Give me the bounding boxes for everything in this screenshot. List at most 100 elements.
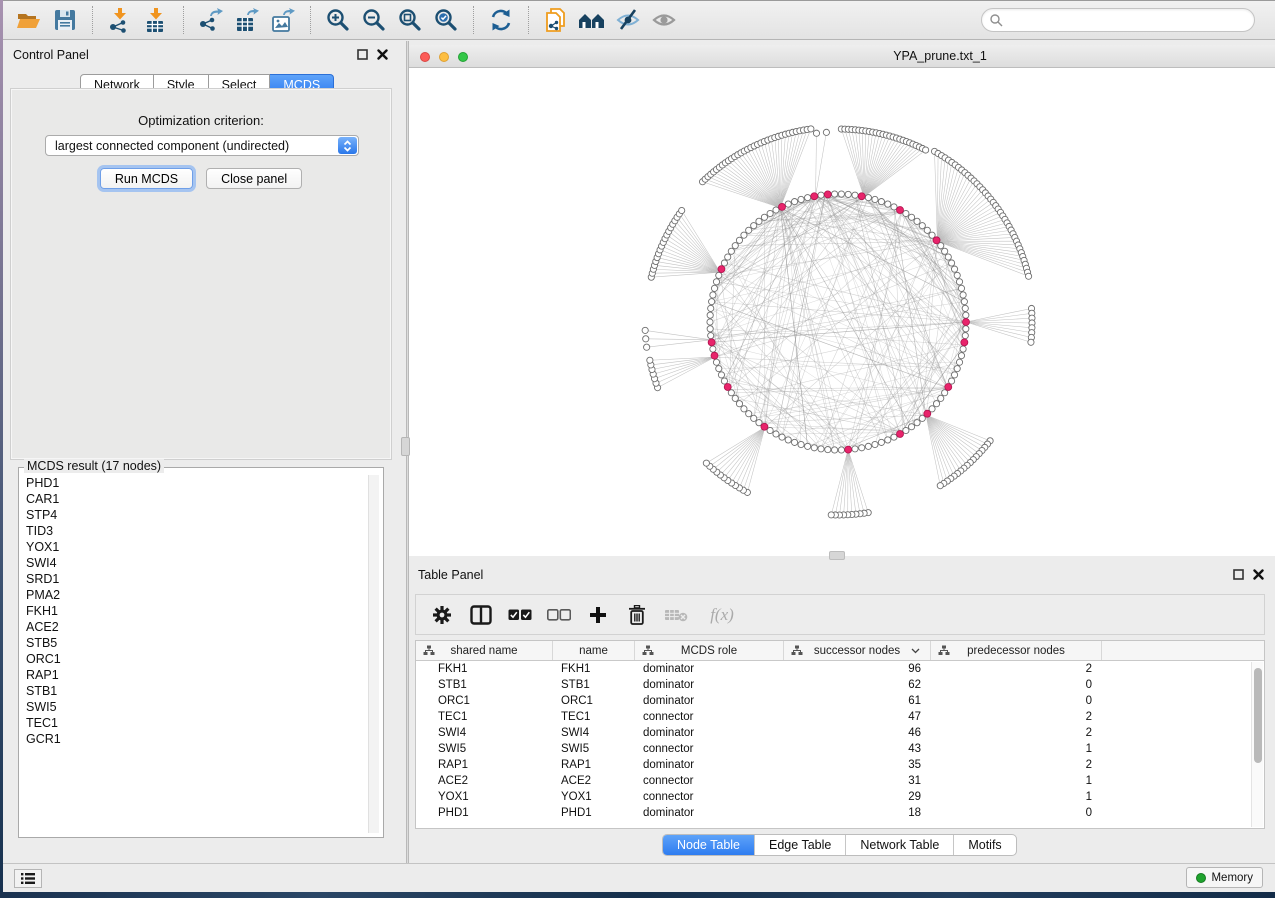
mcds-result-item[interactable]: FKH1 — [26, 603, 383, 619]
memory-button[interactable]: Memory — [1186, 867, 1263, 888]
maximize-window-icon[interactable] — [458, 52, 468, 62]
delete-column-trash-icon[interactable] — [625, 603, 649, 627]
export-network-icon[interactable] — [193, 4, 229, 36]
copy-network-icon[interactable] — [538, 4, 574, 36]
cytoscape-window: Control Panel NetworkStyleSelectMCDS Opt… — [0, 0, 1275, 898]
show-panels-list-button[interactable] — [14, 869, 42, 888]
node-table: shared namenameMCDS rolesuccessor nodesp… — [415, 640, 1265, 829]
cell-shared_name: SWI5 — [416, 743, 553, 755]
table-row-STB1[interactable]: STB1STB1dominator620 — [416, 677, 1264, 693]
network-window-titlebar[interactable]: YPA_prune.txt_1 — [409, 45, 1275, 68]
cell-mcds_role: connector — [635, 743, 784, 755]
float-table-panel-icon[interactable] — [1233, 569, 1244, 580]
close-window-icon[interactable] — [420, 52, 430, 62]
mcds-result-item[interactable]: STP4 — [26, 507, 383, 523]
mcds-panel: Optimization criterion: largest connecte… — [10, 88, 392, 460]
zoom-selected-icon[interactable] — [428, 4, 464, 36]
mcds-result-item[interactable]: STB5 — [26, 635, 383, 651]
table-row-TEC1[interactable]: TEC1TEC1connector472 — [416, 709, 1264, 725]
optimization-criterion-select[interactable]: largest connected component (undirected) — [45, 135, 359, 156]
table-row-SWI4[interactable]: SWI4SWI4dominator462 — [416, 725, 1264, 741]
optimization-criterion-label: Optimization criterion: — [11, 113, 391, 128]
cell-shared_name: FKH1 — [416, 663, 553, 675]
main-toolbar — [3, 0, 1275, 40]
column-header-filler — [1102, 641, 1253, 660]
table-row-FKH1[interactable]: FKH1FKH1dominator962 — [416, 661, 1264, 677]
mcds-result-item[interactable]: SWI4 — [26, 555, 383, 571]
desktop-edge-left — [0, 0, 3, 898]
table-settings-gear-icon[interactable] — [430, 603, 454, 627]
column-header-name[interactable]: name — [553, 641, 635, 660]
table-scrollbar-thumb[interactable] — [1254, 668, 1262, 763]
mcds-result-item[interactable]: SWI5 — [26, 699, 383, 715]
show-column-panel-icon[interactable] — [469, 603, 493, 627]
sort-descending-icon — [911, 648, 920, 654]
table-row-YOX1[interactable]: YOX1YOX1connector291 — [416, 789, 1264, 805]
mcds-result-item[interactable]: RAP1 — [26, 667, 383, 683]
tab-node-table[interactable]: Node Table — [663, 835, 755, 855]
network-overview-icon[interactable] — [574, 4, 610, 36]
cell-shared_name: ORC1 — [416, 695, 553, 707]
close-panel-button[interactable]: Close panel — [206, 168, 302, 189]
mcds-result-item[interactable]: YOX1 — [26, 539, 383, 555]
vertical-splitter-grip[interactable] — [401, 437, 410, 456]
tab-network-table[interactable]: Network Table — [846, 835, 954, 855]
minimize-window-icon[interactable] — [439, 52, 449, 62]
mcds-result-item[interactable]: GCR1 — [26, 731, 383, 747]
select-all-icon[interactable] — [508, 603, 532, 627]
zoom-in-icon[interactable] — [320, 4, 356, 36]
table-row-SWI5[interactable]: SWI5SWI5connector431 — [416, 741, 1264, 757]
run-mcds-button[interactable]: Run MCDS — [100, 168, 193, 189]
search-input[interactable] — [1003, 12, 1247, 28]
mcds-result-item[interactable]: SRD1 — [26, 571, 383, 587]
network-canvas[interactable] — [409, 68, 1275, 556]
hide-selected-icon[interactable] — [610, 4, 646, 36]
mcds-result-item[interactable]: CAR1 — [26, 491, 383, 507]
export-image-icon[interactable] — [265, 4, 301, 36]
close-table-panel-icon[interactable] — [1253, 569, 1264, 580]
table-scrollbar[interactable] — [1251, 662, 1263, 827]
tab-edge-table[interactable]: Edge Table — [755, 835, 846, 855]
mcds-result-item[interactable]: ORC1 — [26, 651, 383, 667]
save-icon[interactable] — [47, 4, 83, 36]
column-header-successor-nodes[interactable]: successor nodes — [784, 641, 931, 660]
close-panel-icon[interactable] — [377, 49, 388, 60]
toolbar-separator — [310, 6, 311, 34]
table-row-PHD1[interactable]: PHD1PHD1dominator180 — [416, 805, 1264, 821]
cell-shared_name: SWI4 — [416, 727, 553, 739]
column-header-predecessor-nodes[interactable]: predecessor nodes — [931, 641, 1102, 660]
import-network-icon[interactable] — [102, 4, 138, 36]
cell-predecessor: 2 — [931, 711, 1102, 723]
open-file-icon[interactable] — [11, 4, 47, 36]
mcds-result-item[interactable]: STB1 — [26, 683, 383, 699]
import-table-icon[interactable] — [138, 4, 174, 36]
horizontal-splitter-grip[interactable] — [829, 551, 845, 560]
column-header-shared-name[interactable]: shared name — [416, 641, 553, 660]
table-row-RAP1[interactable]: RAP1RAP1dominator352 — [416, 757, 1264, 773]
zoom-fit-icon[interactable] — [392, 4, 428, 36]
mcds-result-item[interactable]: ACE2 — [26, 619, 383, 635]
mcds-result-scrollbar[interactable] — [368, 475, 379, 833]
refresh-icon[interactable] — [483, 4, 519, 36]
table-row-ORC1[interactable]: ORC1ORC1dominator610 — [416, 693, 1264, 709]
column-header-MCDS-role[interactable]: MCDS role — [635, 641, 784, 660]
tab-motifs[interactable]: Motifs — [954, 835, 1015, 855]
create-column-plus-icon[interactable] — [586, 603, 610, 627]
cell-mcds_role: connector — [635, 775, 784, 787]
cell-shared_name: YOX1 — [416, 791, 553, 803]
mcds-result-item[interactable]: PHD1 — [26, 475, 383, 491]
search-box[interactable] — [981, 8, 1255, 32]
mcds-result-item[interactable]: TID3 — [26, 523, 383, 539]
mcds-result-box: MCDS result (17 nodes) PHD1CAR1STP4TID3Y… — [18, 467, 384, 838]
cell-shared_name: PHD1 — [416, 807, 553, 819]
mcds-result-item[interactable]: PMA2 — [26, 587, 383, 603]
node-table-header: shared namenameMCDS rolesuccessor nodesp… — [416, 641, 1264, 661]
mcds-result-item[interactable]: TEC1 — [26, 715, 383, 731]
cell-predecessor: 1 — [931, 775, 1102, 787]
unselect-all-icon[interactable] — [547, 603, 571, 627]
export-table-icon[interactable] — [229, 4, 265, 36]
float-panel-icon[interactable] — [357, 49, 368, 60]
table-row-ACE2[interactable]: ACE2ACE2connector311 — [416, 773, 1264, 789]
zoom-out-icon[interactable] — [356, 4, 392, 36]
table-type-tabs: Node TableEdge TableNetwork TableMotifs — [662, 834, 1017, 856]
